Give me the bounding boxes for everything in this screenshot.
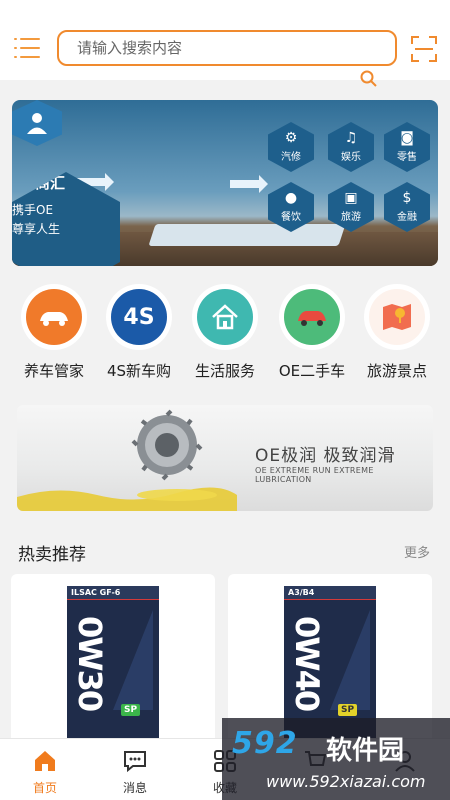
shopping-bag-icon: ◙ (400, 130, 414, 146)
quick-link-car-care[interactable]: 养车管家 (12, 282, 96, 381)
tab-home[interactable]: 首页 (0, 739, 90, 800)
user-icon (12, 100, 62, 146)
quick-link-life[interactable]: 生活服务 (183, 282, 267, 381)
quick-link-label: 4S新车购 (106, 362, 172, 380)
oil-ad-banner[interactable]: OE极润 极致润滑 OE EXTREME RUN EXTREME LUBRICA… (17, 405, 433, 511)
quick-link-label: 生活服务 (194, 362, 255, 380)
more-link[interactable]: 更多 (404, 542, 430, 561)
section-title: 热卖推荐 (18, 545, 86, 565)
banner-cat-label: 娱乐 (341, 152, 361, 163)
product-cert: A3/B4 (288, 588, 315, 597)
hub-hexagon: OE商汇 携手OE 尊享人生 (12, 172, 120, 266)
tab-messages[interactable]: 消息 (90, 739, 180, 800)
product-viscosity: 0W30 (71, 616, 109, 711)
tab-label: 消息 (122, 781, 147, 795)
quick-links: 养车管家 4S 4S新车购 生活服务 OE二手车 旅游景点 (0, 282, 450, 392)
product-cert: ILSAC GF-6 (71, 588, 121, 597)
message-icon (124, 751, 146, 773)
location-pin-icon: ● (284, 190, 298, 206)
gears-icon: ⚙ (284, 130, 298, 146)
used-car-icon (284, 289, 340, 345)
watermark: 592 软件园 www.592xiazai.com (222, 718, 450, 800)
quick-link-used-car[interactable]: OE二手车 (270, 282, 354, 381)
watermark-brand: 592 (232, 726, 298, 761)
map-pin-icon (369, 289, 425, 345)
top-bar (0, 0, 450, 87)
banner-cat-label: 零售 (397, 152, 417, 163)
ad-title: OE极润 极致润滑 (255, 446, 396, 466)
banner-cat-finance[interactable]: $ 金融 (384, 182, 430, 232)
ad-subtitle: OE EXTREME RUN EXTREME LUBRICATION (255, 466, 374, 484)
music-icon: ♫ (344, 130, 358, 146)
search-icon[interactable] (360, 70, 378, 88)
search-box[interactable] (57, 30, 397, 66)
oil-can-image: ILSAC GF-6 0W30 SP (67, 586, 159, 744)
tab-label: 首页 (32, 781, 57, 795)
product-viscosity: 0W40 (288, 616, 326, 711)
menu-icon[interactable] (14, 36, 42, 60)
quick-link-4s[interactable]: 4S 4S新车购 (97, 282, 181, 381)
watermark-url: www.592xiazai.com (266, 772, 426, 791)
scan-icon[interactable] (411, 36, 437, 62)
banner-cat-label: 汽修 (281, 152, 301, 163)
product-grade: SP (121, 704, 141, 716)
money-bag-icon: $ (402, 190, 412, 206)
product-grade: SP (338, 704, 358, 716)
banner-cat-label: 金融 (397, 212, 417, 223)
4s-badge-icon: 4S (111, 289, 167, 345)
banner-cat-entertainment[interactable]: ♫ 娱乐 (328, 122, 374, 172)
home-icon (35, 751, 55, 771)
quick-link-label: 旅游景点 (366, 362, 427, 380)
watermark-brand-cn: 软件园 (326, 736, 405, 766)
promo-banner[interactable]: OE商汇 携手OE 尊享人生 ⚙ 汽修 ♫ 娱乐 ◙ 零售 ● 餐饮 ▣ 旅游 … (12, 100, 438, 266)
car-icon: ▣ (344, 190, 358, 206)
quick-link-travel[interactable]: 旅游景点 (355, 282, 439, 381)
banner-cat-retail[interactable]: ◙ 零售 (384, 122, 430, 172)
product-card[interactable]: ILSAC GF-6 0W30 SP (11, 574, 215, 744)
search-input[interactable] (59, 32, 395, 64)
car-care-icon (26, 289, 82, 345)
quick-link-label: 养车管家 (23, 362, 84, 380)
quick-link-label: OE二手车 (278, 362, 346, 380)
house-icon (197, 289, 253, 345)
hub-line1: 携手OE (12, 203, 54, 217)
flow-arrow-right (230, 175, 268, 193)
gear-oil-graphic (17, 409, 237, 511)
hub-line2: 尊享人生 (12, 222, 61, 236)
banner-cat-label: 旅游 (341, 212, 361, 223)
banner-cat-label: 餐饮 (281, 212, 301, 223)
banner-cat-repair[interactable]: ⚙ 汽修 (268, 122, 314, 172)
tablet-graphic (148, 224, 346, 246)
